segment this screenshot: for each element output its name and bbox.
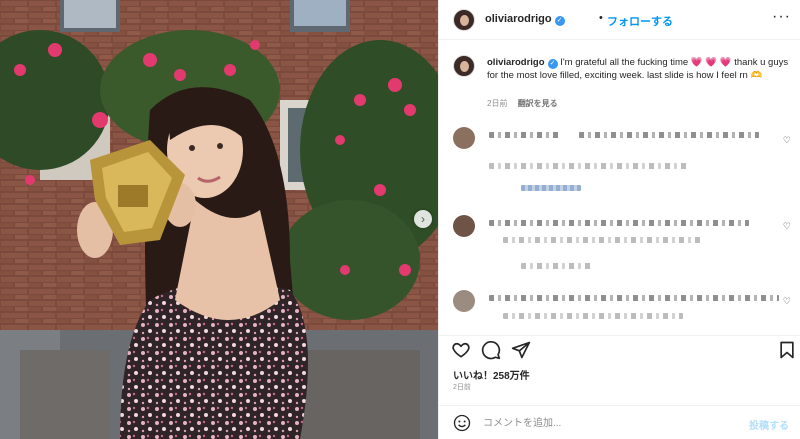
- see-translation-link[interactable]: 翻訳を見る: [518, 99, 558, 108]
- caption-author-avatar[interactable]: [453, 55, 475, 77]
- comment-line: [503, 237, 703, 243]
- post-header: oliviarodrigo ✓ • フォローする ···: [439, 0, 800, 40]
- post-photo[interactable]: ›: [0, 0, 438, 439]
- comment-like-icon[interactable]: ♡: [783, 296, 791, 307]
- comment-line: [489, 163, 689, 169]
- heart-icon[interactable]: [451, 340, 471, 360]
- comment-line: [503, 313, 683, 319]
- caption-username[interactable]: oliviarodrigo: [487, 57, 545, 68]
- comment-bubble-icon[interactable]: [481, 340, 501, 360]
- comment-avatar[interactable]: [453, 290, 475, 312]
- likes-count[interactable]: いいね！258万件: [453, 367, 530, 382]
- comment-line: [579, 132, 759, 138]
- post-side-panel: oliviarodrigo ✓ • フォローする ··· oliviarodrig…: [438, 0, 800, 439]
- comments-list: ♡ ♡ ♡: [439, 115, 800, 335]
- post-comment-button[interactable]: 投稿する: [749, 417, 789, 432]
- paper-plane-icon[interactable]: [511, 340, 531, 360]
- author-username-text[interactable]: oliviarodrigo: [485, 13, 552, 25]
- smiley-icon[interactable]: [453, 414, 471, 432]
- author-avatar[interactable]: [453, 9, 475, 31]
- more-options-icon[interactable]: ···: [772, 8, 791, 26]
- comment-line: [489, 220, 749, 226]
- post-timestamp[interactable]: 2日前: [453, 382, 471, 392]
- comment-like-icon[interactable]: ♡: [783, 221, 791, 232]
- caption-meta: 2日前 翻訳を見る: [487, 98, 566, 109]
- caption-verified-badge-icon: ✓: [547, 59, 558, 69]
- comment-avatar[interactable]: [453, 215, 475, 237]
- photo-illustration: [0, 0, 438, 439]
- separator-dot: •: [599, 12, 603, 24]
- caption-age: 2日前: [487, 99, 508, 108]
- add-comment-bar: 投稿する: [439, 405, 800, 439]
- comment-line: [489, 132, 559, 138]
- carousel-next-button[interactable]: ›: [414, 210, 432, 228]
- author-username[interactable]: oliviarodrigo ✓: [485, 13, 565, 26]
- comment-line: [521, 185, 581, 191]
- comment-input[interactable]: [483, 414, 723, 432]
- caption-text-block: oliviarodrigo ✓ I'm grateful all the fuck…: [487, 56, 793, 82]
- comment-like-icon[interactable]: ♡: [783, 135, 791, 146]
- verified-badge-icon: ✓: [554, 16, 565, 26]
- post-actions: [439, 335, 800, 363]
- bookmark-icon[interactable]: [777, 340, 797, 360]
- comment-line: [521, 263, 591, 269]
- comment-avatar[interactable]: [453, 127, 475, 149]
- follow-button[interactable]: フォローする: [607, 13, 673, 29]
- comment-line: [489, 295, 779, 301]
